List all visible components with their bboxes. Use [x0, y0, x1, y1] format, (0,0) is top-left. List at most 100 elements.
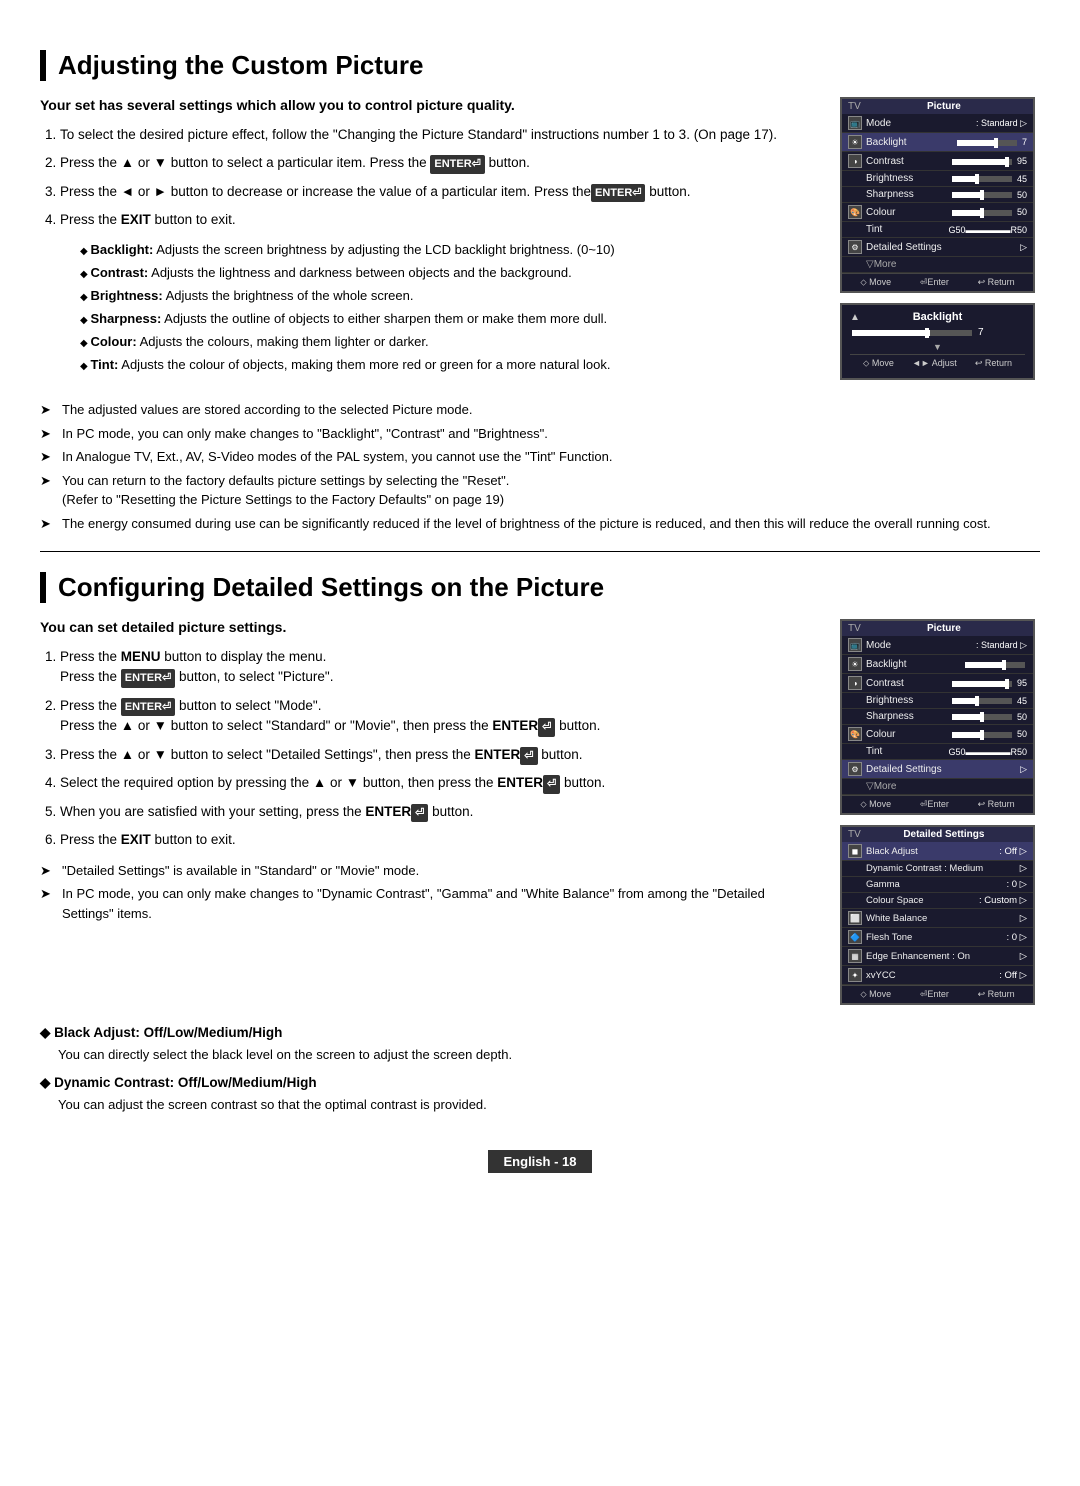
tv3-label-brightness: Brightness	[848, 695, 950, 706]
enter-button-label: ENTER⏎	[430, 155, 485, 174]
tv4-label-fleshtone: Flesh Tone	[866, 932, 1006, 943]
tv-nav-backlight: ⬦ Move ◄► Adjust ↩ Return	[850, 354, 1025, 372]
tv-nav-3: ⬦ Move ⏎Enter ↩ Return	[842, 795, 1033, 813]
tv3-value-sharpness: 50	[950, 712, 1027, 722]
tv-screen-backlight: ▲ Backlight ▲ 7 ▼ ⬦ Move ◄► Adjust ↩ Ret…	[840, 303, 1035, 380]
tv3-row-colour: 🎨 Colour 50	[842, 725, 1033, 744]
tv4-icon-xvycc: ✦	[848, 968, 862, 982]
section1-notes: The adjusted values are stored according…	[40, 400, 1040, 533]
tv4-row-fleshtone: 🔷 Flesh Tone : 0 ▷	[842, 928, 1033, 947]
tv-label-brightness: Brightness	[848, 173, 950, 184]
tv-label-1: TV	[848, 101, 861, 112]
tv-menu-title-1: Picture	[861, 101, 1027, 112]
tv4-icon-whitebal: ⬜	[848, 911, 862, 925]
nav-move-4: ⬦ Move	[860, 989, 891, 1000]
subsection-dynamic-contrast: ◆ Dynamic Contrast: Off/Low/Medium/High …	[40, 1075, 1040, 1115]
bl-arrow-up: ▲	[850, 312, 860, 323]
tv4-row-edge: ▦ Edge Enhancement : On ▷	[842, 947, 1033, 966]
bl-value: 7	[978, 327, 984, 338]
tv4-label-edge: Edge Enhancement : On	[866, 951, 1020, 962]
tv-row-colour: 🎨 Colour 50	[842, 203, 1033, 222]
tv-row-detailed: ⚙ Detailed Settings ▷	[842, 238, 1033, 257]
tv-label-colour: Colour	[866, 207, 950, 218]
tv3-label-detailed: Detailed Settings	[866, 764, 1020, 775]
subsection-dynamic-text: You can adjust the screen contrast so th…	[40, 1095, 1040, 1115]
enter-btn-7: ⏎	[543, 775, 560, 794]
tv4-value-gamma: : 0 ▷	[1006, 879, 1027, 890]
enter-btn-8: ⏎	[411, 804, 428, 823]
tv3-icon-backlight: ☀	[848, 657, 862, 671]
tv-label-4: TV	[848, 829, 861, 840]
tv-label-contrast: Contrast	[866, 156, 950, 167]
nav-return-3: ↩ Return	[978, 799, 1015, 810]
enter-btn-5: ⏎	[538, 718, 555, 737]
nav-move-3: ⬦ Move	[860, 799, 891, 810]
section1-title: Adjusting the Custom Picture	[40, 50, 1040, 81]
nav-enter-1: ⏎Enter	[920, 277, 949, 288]
tv3-label-backlight: Backlight	[866, 659, 963, 670]
nav-adjust-bl: ◄► Adjust	[912, 358, 957, 369]
section1-steps: To select the desired picture effect, fo…	[40, 125, 820, 231]
tv4-row-gamma: Gamma : 0 ▷	[842, 877, 1033, 893]
tv4-value-xvycc: : Off ▷	[999, 970, 1027, 981]
tv4-value-edge: ▷	[1020, 951, 1027, 962]
bullet-backlight: Backlight: Adjusts the screen brightness…	[80, 241, 820, 259]
slider3-backlight	[965, 662, 1025, 668]
tv4-label-whitebal: White Balance	[866, 913, 1020, 924]
tv-value-backlight: 7	[955, 137, 1027, 147]
tv-value-mode: : Standard ▷	[976, 118, 1027, 129]
note-1-2: In PC mode, you can only make changes to…	[40, 424, 1040, 444]
step-2-5: When you are satisfied with your setting…	[60, 802, 820, 823]
slider3-brightness	[952, 698, 1012, 704]
bullet-contrast: Contrast: Adjusts the lightness and dark…	[80, 264, 820, 282]
note-2-1: "Detailed Settings" is available in "Sta…	[40, 861, 820, 881]
nav-return-bl: ↩ Return	[975, 358, 1012, 369]
tv-label-sharpness: Sharpness	[848, 189, 950, 200]
tv3-value-brightness: 45	[950, 696, 1027, 706]
tv4-icon-edge: ▦	[848, 949, 862, 963]
tv4-label-dyncontrast: Dynamic Contrast : Medium	[848, 863, 1020, 874]
slider3-contrast	[952, 681, 1012, 687]
note-2-2: In PC mode, you can only make changes to…	[40, 884, 820, 923]
tv-row-brightness: Brightness 45	[842, 171, 1033, 187]
tv-value-detailed: ▷	[1020, 242, 1027, 253]
tv4-label-xvycc: xvYCC	[866, 970, 999, 981]
enter-button-label2: ENTER⏎	[591, 184, 646, 203]
tv-screen-4: TV Detailed Settings ◼ Black Adjust : Of…	[840, 825, 1035, 1005]
bullet-tint: Tint: Adjusts the colour of objects, mak…	[80, 356, 820, 374]
tv3-row-sharpness: Sharpness 50	[842, 709, 1033, 725]
subsection-black-text: You can directly select the black level …	[40, 1045, 1040, 1065]
tv3-row-contrast: ◑ Contrast 95	[842, 674, 1033, 693]
step-2-1: Press the MENU button to display the men…	[60, 647, 820, 688]
tv-value-sharpness: 50	[950, 190, 1027, 200]
tv-top-bar-3: TV Picture	[842, 621, 1033, 636]
tv-menu-title-3: Picture	[861, 623, 1027, 634]
tv4-value-dyncontrast: ▷	[1020, 863, 1027, 874]
tv4-row-xvycc: ✦ xvYCC : Off ▷	[842, 966, 1033, 985]
tv3-value-tint: G50▬▬▬▬▬R50	[948, 747, 1027, 757]
tv3-label-colour: Colour	[866, 729, 950, 740]
tv3-row-mode: 📺 Mode : Standard ▷	[842, 636, 1033, 655]
tv3-value-backlight	[963, 659, 1027, 669]
tv-row-mode: 📺 Mode : Standard ▷	[842, 114, 1033, 133]
tv3-icon-colour: 🎨	[848, 727, 862, 741]
section1-left: Your set has several settings which allo…	[40, 97, 820, 390]
section1-right: TV Picture 📺 Mode : Standard ▷ ☀ Backlig…	[840, 97, 1040, 390]
slider-contrast	[952, 159, 1012, 165]
tv-icon-contrast: ◑	[848, 154, 862, 168]
bullet-colour: Colour: Adjusts the colours, making them…	[80, 333, 820, 351]
section2-steps: Press the MENU button to display the men…	[40, 647, 820, 851]
tv-row-backlight: ☀ Backlight 7	[842, 133, 1033, 152]
section1-intro: Your set has several settings which allo…	[40, 97, 820, 113]
tv4-row-colourspace: Colour Space : Custom ▷	[842, 893, 1033, 909]
tv4-icon-fleshtone: 🔷	[848, 930, 862, 944]
tv3-value-detailed: ▷	[1020, 764, 1027, 775]
tv-menu-title-4: Detailed Settings	[861, 829, 1027, 840]
step-2-2: Press the ENTER⏎ button to select "Mode"…	[60, 696, 820, 737]
tv-screen-1: TV Picture 📺 Mode : Standard ▷ ☀ Backlig…	[840, 97, 1035, 293]
tv4-row-whitebal: ⬜ White Balance ▷	[842, 909, 1033, 928]
tv3-label-tint: Tint	[848, 746, 948, 757]
nav-move-1: ⬦ Move	[860, 277, 891, 288]
slider-sharpness	[952, 192, 1012, 198]
tv4-label-colourspace: Colour Space	[848, 895, 979, 906]
